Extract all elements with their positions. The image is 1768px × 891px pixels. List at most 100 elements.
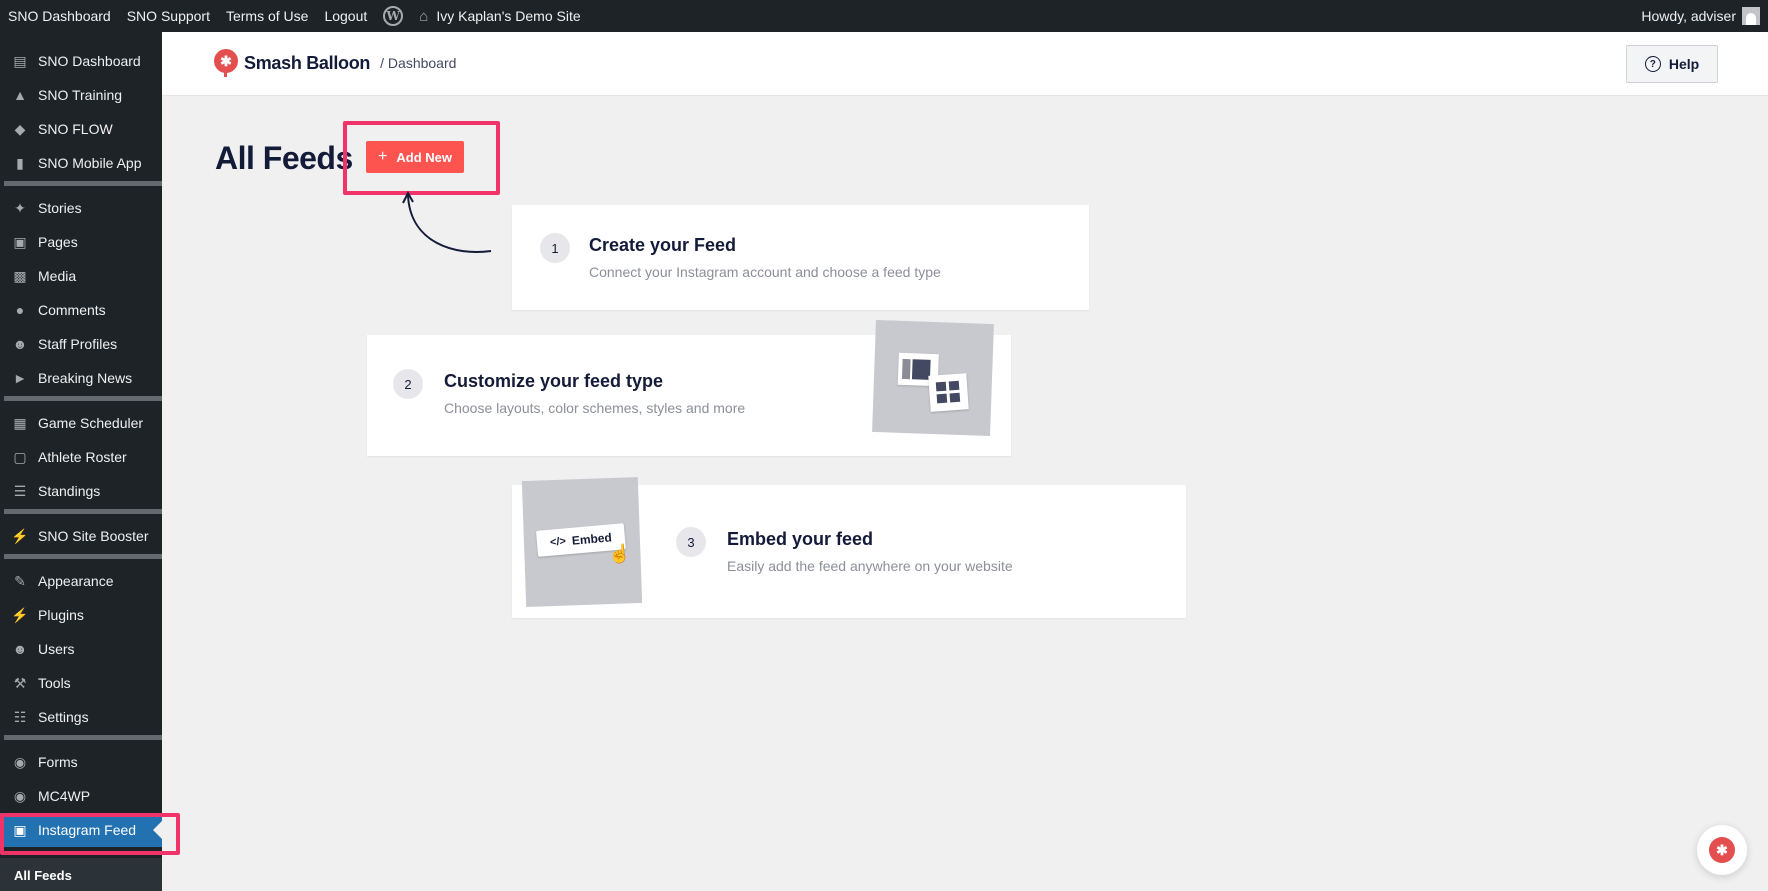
question-icon: ? <box>1644 56 1661 72</box>
admin-bar-left: SNO Dashboard SNO Support Terms of Use L… <box>0 0 589 32</box>
plus-icon: + <box>378 148 388 165</box>
sidebar-item-label: Instagram Feed <box>38 822 137 838</box>
adminbar-site-link[interactable]: ⌂ Ivy Kaplan's Demo Site <box>411 0 588 32</box>
home-icon: ⌂ <box>419 7 429 25</box>
sidebar-item-label: Users <box>38 641 75 657</box>
embed-illustration: </> Embed ☝ <box>521 477 643 607</box>
submenu-item-all-feeds[interactable]: All Feeds <box>14 868 72 883</box>
step-number: 1 <box>540 233 570 263</box>
sidebar-item-label: Standings <box>38 483 101 499</box>
sidebar-item-label: Game Scheduler <box>38 415 144 431</box>
admin-bar: SNO Dashboard SNO Support Terms of Use L… <box>0 0 1768 32</box>
sidebar-item-label: SNO Training <box>38 87 123 103</box>
sidebar-item-pages[interactable]: ▣ Pages <box>0 225 162 259</box>
graduation-cap-icon: ▲ <box>13 87 27 103</box>
sidebar-item-sno-dashboard[interactable]: ▤ SNO Dashboard <box>0 44 162 78</box>
adminbar-sno-dashboard-link[interactable]: SNO Dashboard <box>0 0 119 32</box>
sidebar-item-label: Settings <box>38 709 89 725</box>
howdy-text: Howdy, adviser <box>1641 8 1736 24</box>
sidebar-item-stories[interactable]: ✦ Stories <box>0 191 162 225</box>
sidebar-item-label: Stories <box>38 200 82 216</box>
plugin-icon: ⚡ <box>11 606 29 623</box>
step-title: Embed your feed <box>727 529 874 549</box>
sidebar-item-label: Pages <box>38 234 78 250</box>
sidebar-item-label: Media <box>38 268 77 284</box>
sidebar-item-label: SNO FLOW <box>38 121 113 137</box>
current-menu-arrow <box>153 821 162 839</box>
pushpin-icon: ✦ <box>14 199 26 216</box>
embed-tag-label: Embed <box>571 530 613 548</box>
sidebar-item-label: Comments <box>38 302 106 318</box>
smash-balloon-logo-icon: ✱ <box>214 49 238 77</box>
sidebar-item-label: Plugins <box>38 607 84 623</box>
adminbar-logout-link[interactable]: Logout <box>316 0 375 32</box>
sidebar-item-comments[interactable]: ● Comments <box>0 293 162 327</box>
adminbar-terms-link[interactable]: Terms of Use <box>218 0 316 32</box>
smash-balloon-logo-icon: ✱ <box>1709 837 1735 863</box>
brush-icon: ✎ <box>14 572 26 589</box>
step-title: Customize your feed type <box>444 371 664 391</box>
mc4wp-icon: ◉ <box>13 787 27 804</box>
adminbar-sno-support-link[interactable]: SNO Support <box>119 0 218 32</box>
add-new-button[interactable]: + Add New <box>366 141 464 173</box>
layout-illustration <box>872 319 994 437</box>
calendar-icon: ▦ <box>13 414 27 431</box>
site-name: Ivy Kaplan's Demo Site <box>436 8 581 24</box>
plugin-icon: ⚡ <box>11 527 29 544</box>
sidebar-item-label: SNO Mobile App <box>38 155 142 171</box>
sidebar-item-users[interactable]: ☻ Users <box>0 632 162 666</box>
list-icon: ☰ <box>13 482 27 499</box>
grid-tile-icon <box>928 373 969 412</box>
admin-sidebar: ▤ SNO Dashboard ▲ SNO Training ◆ SNO FLO… <box>0 32 162 891</box>
megaphone-icon: ► <box>13 370 27 386</box>
sidebar-item-sno-flow[interactable]: ◆ SNO FLOW <box>0 112 162 146</box>
sidebar-item-settings[interactable]: ☷ Settings <box>0 700 162 734</box>
sidebar-item-label: Staff Profiles <box>38 336 118 352</box>
menu-separator <box>4 396 162 401</box>
sidebar-item-label: Appearance <box>38 573 114 589</box>
camera-icon: ▣ <box>13 821 27 838</box>
menu-separator <box>4 735 162 740</box>
menu-separator <box>4 181 162 186</box>
sidebar-item-instagram-feed[interactable]: ▣ Instagram Feed <box>0 813 162 847</box>
admin-bar-right: Howdy, adviser <box>1633 0 1768 32</box>
sidebar-item-appearance[interactable]: ✎ Appearance <box>0 564 162 598</box>
sidebar-item-forms[interactable]: ◉ Forms <box>0 745 162 779</box>
person-icon: ☻ <box>12 641 28 657</box>
page-title: All Feeds <box>215 140 353 176</box>
shield-icon: ◆ <box>14 120 26 137</box>
sidebar-item-standings[interactable]: ☰ Standings <box>0 474 162 508</box>
sidebar-item-breaking-news[interactable]: ► Breaking News <box>0 361 162 395</box>
comment-icon: ● <box>15 302 25 318</box>
step-card-create-feed: 1 Create your Feed Connect your Instagra… <box>512 205 1089 310</box>
id-card-icon: ▢ <box>13 448 27 465</box>
sidebar-item-label: SNO Dashboard <box>38 53 141 69</box>
sidebar-item-mc4wp[interactable]: ◉ MC4WP <box>0 779 162 813</box>
sidebar-item-label: MC4WP <box>38 788 91 804</box>
sidebar-item-sno-mobile-app[interactable]: ▮ SNO Mobile App <box>0 146 162 180</box>
wrench-icon: ⚒ <box>13 674 27 691</box>
avatar <box>1742 7 1760 25</box>
sidebar-item-label: Breaking News <box>38 370 133 386</box>
sidebar-item-sno-training[interactable]: ▲ SNO Training <box>0 78 162 112</box>
sidebar-item-plugins[interactable]: ⚡ Plugins <box>0 598 162 632</box>
adminbar-wp-menu[interactable]: W <box>375 0 411 32</box>
sidebar-item-game-scheduler[interactable]: ▦ Game Scheduler <box>0 406 162 440</box>
smash-balloon-chat-button[interactable]: ✱ <box>1697 825 1747 875</box>
adminbar-account-menu[interactable]: Howdy, adviser <box>1633 0 1764 32</box>
sidebar-item-tools[interactable]: ⚒ Tools <box>0 666 162 700</box>
help-button[interactable]: ? Help <box>1626 45 1718 83</box>
sidebar-item-media[interactable]: ▩ Media <box>0 259 162 293</box>
brand: ✱ Smash Balloon / Dashboard <box>214 49 456 77</box>
curved-arrow-icon <box>402 190 492 253</box>
step-description: Choose layouts, color schemes, styles an… <box>444 400 746 416</box>
sidebar-item-staff-profiles[interactable]: ☻ Staff Profiles <box>0 327 162 361</box>
sidebar-item-label: SNO Site Booster <box>38 528 149 544</box>
help-label: Help <box>1668 56 1700 72</box>
dashboard-icon: ▤ <box>13 52 27 69</box>
sidebar-item-label: Forms <box>38 754 78 770</box>
sidebar-item-athlete-roster[interactable]: ▢ Athlete Roster <box>0 440 162 474</box>
brand-name: Smash Balloon <box>244 52 371 73</box>
code-icon: </> <box>549 535 567 549</box>
sidebar-item-sno-site-booster[interactable]: ⚡ SNO Site Booster <box>0 519 162 553</box>
